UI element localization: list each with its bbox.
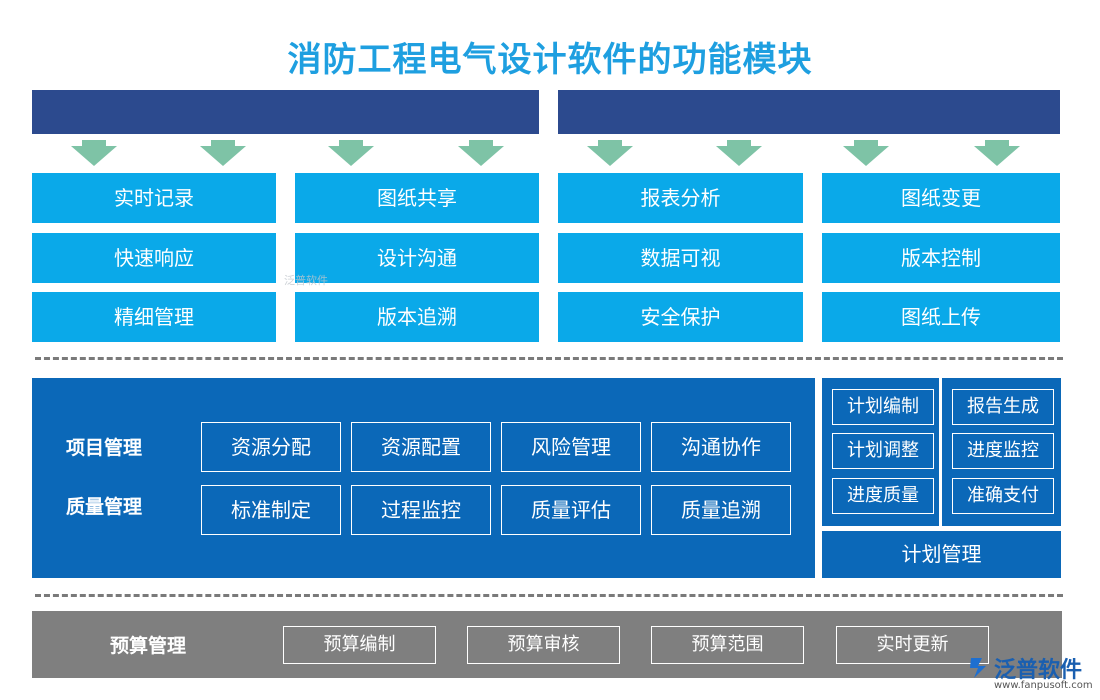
header-bar-left: [32, 90, 539, 134]
cell-drawing-sharing: 图纸共享: [295, 173, 539, 223]
box-quality-assessment: 质量评估: [501, 485, 641, 535]
label-budget-management: 预算管理: [110, 635, 187, 657]
logo-url: www.fanpusoft.com: [994, 680, 1093, 691]
box-communication-collaboration: 沟通协作: [651, 422, 791, 472]
box-report-generation: 报告生成: [952, 389, 1054, 425]
box-risk-management: 风险管理: [501, 422, 641, 472]
header-bar-right: [558, 90, 1060, 134]
cell-realtime-record: 实时记录: [32, 173, 276, 223]
header-report-management: 报表管理: [641, 10, 721, 34]
cell-data-visualization: 数据可视: [558, 233, 803, 283]
cell-report-analysis: 报表分析: [558, 173, 803, 223]
arrow-down-icon: [587, 146, 633, 166]
divider-dashed-top: [35, 357, 1063, 360]
watermark-text: 泛普软件: [284, 274, 328, 287]
arrow-down-icon: [328, 146, 374, 166]
cell-fine-management: 精细管理: [32, 292, 276, 342]
box-standard-setting: 标准制定: [201, 485, 341, 535]
label-project-management: 项目管理: [66, 437, 143, 459]
cell-design-communication: 设计沟通: [295, 233, 539, 283]
header-drawing-management: 图纸管理: [897, 10, 977, 34]
cell-security-protection: 安全保护: [558, 292, 803, 342]
box-resource-configuration: 资源配置: [351, 422, 491, 472]
header-design-management: 设计管理: [385, 10, 465, 34]
brand-logo: 泛普软件 www.fanpusoft.com: [968, 650, 1098, 696]
cell-version-tracing: 版本追溯: [295, 292, 539, 342]
project-quality-panel: [32, 378, 815, 578]
cell-version-control: 版本控制: [822, 233, 1060, 283]
arrow-down-icon: [71, 146, 117, 166]
box-plan-formulation: 计划编制: [832, 389, 934, 425]
cell-drawing-upload: 图纸上传: [822, 292, 1060, 342]
box-accurate-payment: 准确支付: [952, 478, 1054, 514]
box-budget-preparation: 预算编制: [283, 626, 436, 664]
label-plan-management: 计划管理: [822, 531, 1061, 578]
box-realtime-update: 实时更新: [836, 626, 989, 664]
arrow-down-icon: [974, 146, 1020, 166]
arrow-down-icon: [716, 146, 762, 166]
box-quality-tracing: 质量追溯: [651, 485, 791, 535]
cell-quick-response: 快速响应: [32, 233, 276, 283]
box-budget-review: 预算审核: [467, 626, 620, 664]
fanpu-logo-icon: [968, 654, 992, 686]
divider-dashed-bottom: [35, 594, 1063, 597]
box-progress-monitoring: 进度监控: [952, 433, 1054, 469]
arrow-down-icon: [200, 146, 246, 166]
label-quality-management: 质量管理: [66, 496, 143, 518]
box-resource-allocation: 资源分配: [201, 422, 341, 472]
box-process-monitoring: 过程监控: [351, 485, 491, 535]
box-progress-quality: 进度质量: [832, 478, 934, 514]
arrow-down-icon: [458, 146, 504, 166]
box-budget-scope: 预算范围: [651, 626, 804, 664]
header-equipment-management: 设备管理: [107, 10, 187, 34]
box-plan-adjustment: 计划调整: [832, 433, 934, 469]
cell-drawing-change: 图纸变更: [822, 173, 1060, 223]
arrow-down-icon: [843, 146, 889, 166]
